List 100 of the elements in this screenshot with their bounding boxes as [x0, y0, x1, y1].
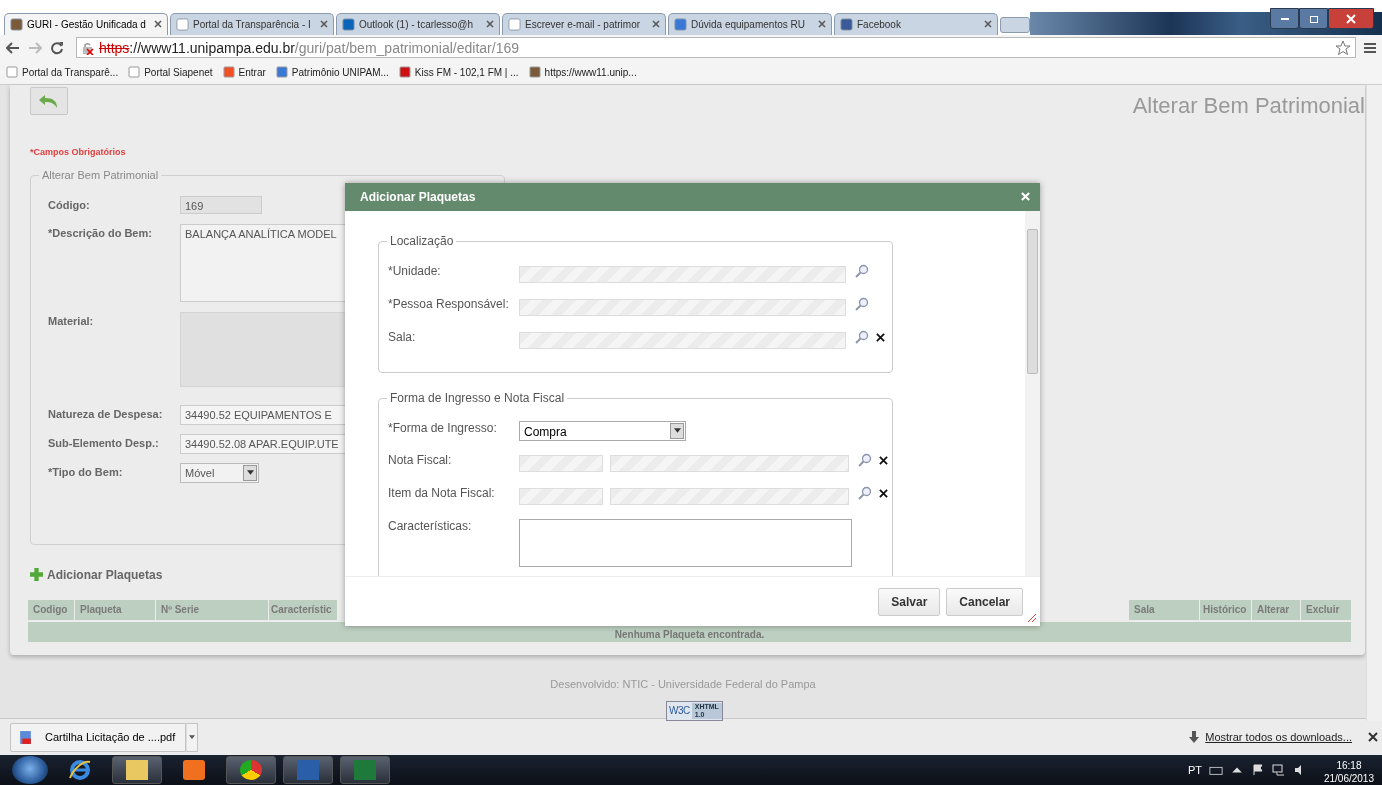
lookup-code-field[interactable] — [519, 487, 603, 505]
lookup-field[interactable] — [519, 331, 846, 349]
section-legend: Forma de Ingresso e Nota Fiscal — [387, 390, 568, 405]
close-tab-icon[interactable] — [984, 20, 992, 29]
dropdown[interactable]: Compra — [519, 420, 686, 441]
dropdown-arrow-icon — [246, 470, 254, 476]
search-icon[interactable] — [858, 452, 872, 467]
bookmark-favicon-icon — [128, 66, 141, 79]
footer-text: Desenvolvido: NTIC - Universidade Federal do Pampa — [549, 677, 817, 690]
field-label: *Pessoa Responsável: — [388, 296, 510, 311]
field-label: Sub-Elemento Desp.: — [48, 435, 160, 449]
close-tab-icon[interactable] — [486, 20, 494, 29]
back-arrow-icon[interactable] — [6, 40, 20, 55]
bookmark-favicon-icon — [528, 66, 541, 79]
bookmark-item[interactable]: Portal Siapenet — [128, 66, 213, 79]
tab-favicon-icon — [176, 17, 189, 31]
dialog-button[interactable]: Salvar — [878, 587, 941, 616]
field-label: Material: — [48, 313, 95, 327]
keyboard-icon[interactable] — [1208, 764, 1223, 776]
search-icon[interactable] — [855, 296, 869, 311]
search-icon[interactable] — [855, 329, 869, 344]
column-header: Sala — [1129, 600, 1199, 621]
page-scrollbar[interactable] — [1366, 84, 1382, 721]
bookmark-favicon-icon — [398, 66, 411, 79]
textarea-field[interactable] — [519, 518, 852, 567]
maximize-icon — [1308, 13, 1319, 24]
description-textarea[interactable]: BALANÇA ANALÍTICA MODEL — [180, 223, 346, 302]
browser-tab[interactable]: Dúvida equipamentos RU — [668, 12, 832, 35]
menu-icon[interactable] — [1364, 41, 1376, 54]
show-all-downloads-link[interactable]: Mostrar todos os downloads... — [1205, 731, 1352, 744]
clock[interactable]: 16:18 21/06/2013 — [1313, 759, 1382, 785]
new-tab-button[interactable] — [1000, 16, 1030, 33]
bookmark-item[interactable]: Entrar — [222, 66, 266, 79]
page-title: Alterar Bem Patrimonial — [1132, 92, 1365, 119]
dropdown-arrow-icon — [673, 428, 681, 434]
lookup-field[interactable] — [519, 298, 846, 316]
field-label: Item da Nota Fiscal: — [388, 485, 496, 500]
add-plaquetas-link[interactable]: Adicionar Plaquetas — [30, 567, 163, 582]
browser-tab[interactable]: Facebook — [834, 12, 998, 35]
browser-tab[interactable]: Escrever e-mail - patrimor — [502, 12, 666, 35]
caret-icon — [189, 735, 196, 740]
clear-icon[interactable] — [876, 332, 885, 342]
lookup-field[interactable] — [519, 265, 846, 283]
download-options-button[interactable] — [186, 722, 199, 752]
close-tab-icon[interactable] — [818, 20, 826, 29]
address-bar[interactable]: https://www11.unipampa.edu.br/guri/pat/bem_patrimonial/editar/169 — [76, 37, 1356, 59]
close-icon — [1346, 13, 1356, 24]
flag-icon[interactable] — [1250, 764, 1265, 776]
dialog-button[interactable]: Cancelar — [946, 587, 1023, 616]
field-label: *Unidade: — [388, 263, 442, 278]
minimize-icon — [1280, 17, 1289, 20]
start-button[interactable] — [12, 756, 48, 784]
download-item[interactable]: Cartilha Licitação de ....pdf — [10, 722, 187, 752]
column-header: Característic — [269, 600, 337, 621]
maximize-button[interactable] — [1299, 8, 1328, 29]
close-icon[interactable] — [1368, 732, 1378, 743]
column-header: Histórico — [1200, 600, 1251, 621]
dialog-scrollbar[interactable] — [1025, 210, 1040, 576]
tab-favicon-icon — [674, 17, 687, 31]
text-field[interactable]: 34490.52 EQUIPAMENTOS E — [180, 404, 346, 425]
text-field[interactable]: 34490.52.08 APAR.EQUIP.UTE — [180, 433, 346, 454]
bookmark-item[interactable]: https://www11.unip... — [528, 66, 637, 79]
reload-icon[interactable] — [50, 40, 64, 55]
field-label: *Tipo do Bem: — [48, 464, 124, 478]
browser-tab[interactable]: Outlook (1) - tcarlesso@h — [336, 12, 500, 35]
close-tab-icon[interactable] — [652, 20, 660, 29]
broken-lock-icon — [81, 40, 95, 55]
search-icon[interactable] — [858, 485, 872, 500]
clear-icon[interactable] — [879, 455, 888, 465]
tab-favicon-icon — [508, 17, 521, 31]
lookup-field[interactable] — [610, 454, 849, 472]
folder-icon[interactable] — [112, 756, 162, 784]
required-fields-note: *Campos Obrigatórios — [30, 146, 127, 157]
code-field: 169 — [180, 195, 262, 214]
search-icon[interactable] — [855, 263, 869, 278]
type-select[interactable]: Móvel — [180, 462, 259, 483]
close-window-button[interactable] — [1328, 8, 1374, 29]
field-label: Nota Fiscal: — [388, 452, 453, 467]
column-header: Nº Serie — [156, 600, 268, 621]
resize-grip-icon[interactable] — [1027, 612, 1037, 623]
close-tab-icon[interactable] — [154, 20, 162, 29]
bookmark-item[interactable]: Patrimônio UNIPAM... — [275, 66, 389, 79]
clear-icon[interactable] — [879, 488, 888, 498]
lookup-code-field[interactable] — [519, 454, 603, 472]
browser-tab[interactable]: GURI - Gestão Unificada d — [4, 12, 168, 35]
close-tab-icon[interactable] — [320, 20, 328, 29]
language-indicator[interactable]: PT — [1187, 764, 1202, 776]
bookmark-star-icon[interactable] — [1335, 39, 1351, 56]
network-icon[interactable] — [1271, 764, 1286, 776]
bookmark-favicon-icon — [6, 66, 18, 79]
minimize-button[interactable] — [1270, 8, 1299, 29]
browser-tab[interactable]: Portal da Transparência - I — [170, 12, 334, 35]
column-header: Excluir — [1301, 600, 1351, 621]
download-arrow-icon — [1189, 731, 1200, 744]
field-label: *Descrição do Bem: — [48, 225, 153, 239]
empty-table-message: Nenhuma Plaqueta encontrada. — [614, 629, 765, 643]
bookmark-item[interactable]: Portal da Transparê... — [6, 66, 119, 79]
lookup-field[interactable] — [610, 487, 849, 505]
tab-favicon-icon — [342, 17, 355, 31]
bookmark-item[interactable]: Kiss FM - 102,1 FM | ... — [398, 66, 519, 79]
